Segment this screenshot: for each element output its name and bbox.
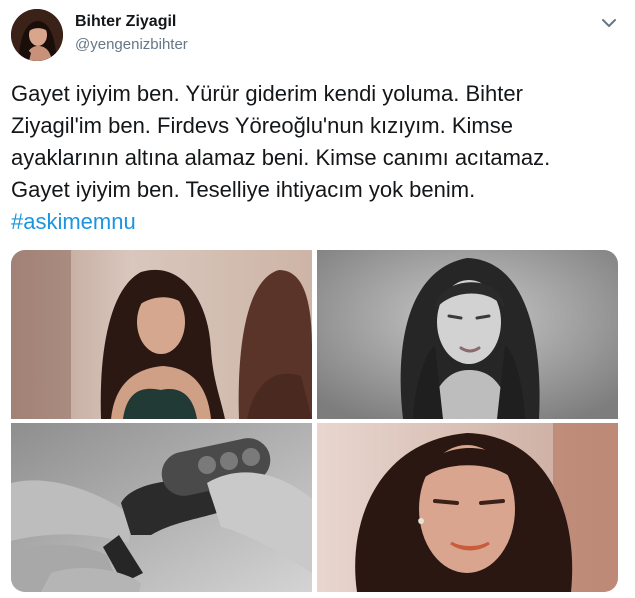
hashtag-link[interactable]: #askimemnu <box>11 206 621 238</box>
photo-2[interactable] <box>317 250 618 419</box>
tweet-text-line: Ziyagil'im ben. Firdevs Yöreoğlu'nun kız… <box>11 113 513 138</box>
tweet-text-line: ayaklarının altına alamaz beni. Kimse ca… <box>11 145 551 170</box>
photo-1[interactable] <box>11 250 312 419</box>
avatar-image <box>11 9 63 61</box>
photo-3[interactable] <box>11 423 312 592</box>
tweet-text-line: Gayet iyiyim ben. Teselliye ihtiyacım yo… <box>11 177 476 202</box>
photo-4[interactable] <box>317 423 618 592</box>
avatar[interactable] <box>11 9 63 61</box>
tweet-text: Gayet iyiyim ben. Yürür giderim kendi yo… <box>11 78 621 238</box>
user-name[interactable]: Bihter Ziyagil <box>75 13 176 31</box>
media-grid <box>11 250 618 592</box>
user-handle[interactable]: @yengenizbihter <box>75 36 188 53</box>
tweet-card: Bihter Ziyagil @yengenizbihter Gayet iyi… <box>0 0 635 598</box>
tweet-text-line: Gayet iyiyim ben. Yürür giderim kendi yo… <box>11 81 523 106</box>
chevron-down-icon[interactable] <box>598 12 620 34</box>
